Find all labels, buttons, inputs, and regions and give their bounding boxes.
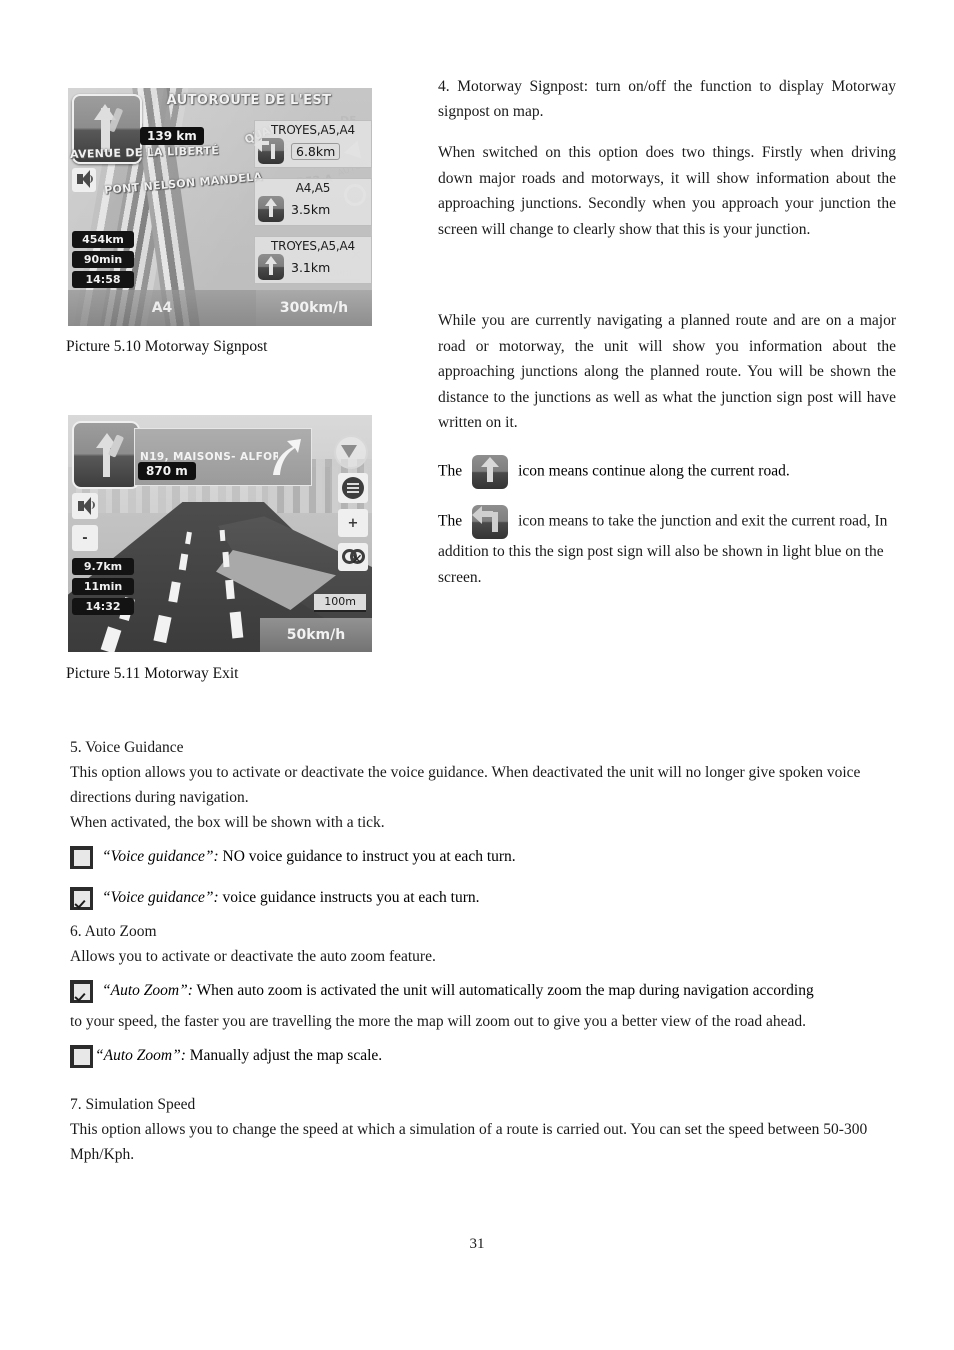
auto-zoom-on-text: “Auto Zoom”: When auto zoom is activated… (102, 978, 814, 1003)
auto-zoom-on-desc: When auto zoom is activated the unit wil… (192, 982, 814, 999)
junction-distance: 6.8km (291, 142, 341, 160)
trip-remaining-distance: 454km (72, 231, 134, 248)
auto-zoom-off-text: “Auto Zoom”: Manually adjust the map sca… (95, 1043, 382, 1068)
icon-line-1-suffix: icon means continue along the current ro… (518, 462, 790, 480)
paragraph-voice-guidance-b: When activated, the box will be shown wi… (70, 814, 385, 831)
icon-line-2-prefix: The (438, 512, 463, 530)
compass-icon[interactable] (334, 435, 368, 469)
page-number: 31 (469, 1236, 485, 1252)
body-text-column: 5. Voice Guidance This option allows you… (70, 735, 896, 1167)
paragraph-switched-on: When switched on this option does two th… (438, 144, 896, 238)
paragraph-auto-zoom-continued: to your speed, the faster you are travel… (70, 1013, 807, 1030)
next-maneuver-distance: 870 m (138, 462, 196, 480)
status-bar: A4 300km/h (68, 290, 372, 326)
motorway-exit-screenshot: N19, MAISONS- ALFORT 870 m - + ✕ 9.7km 1… (68, 415, 372, 652)
checkbox-unchecked-icon[interactable] (70, 1045, 93, 1068)
auto-zoom-off-row: “Auto Zoom”: Manually adjust the map sca… (70, 1043, 896, 1068)
trip-eta: 14:32 (72, 598, 134, 615)
trip-eta: 14:58 (72, 271, 134, 288)
junction-card-2[interactable]: A4,A5 3.5km (254, 178, 372, 226)
paragraph-voice-guidance-a: This option allows you to activate or de… (70, 764, 861, 806)
zoom-out-button[interactable]: - (72, 525, 98, 551)
paragraph-simulation-speed: This option allows you to change the spe… (70, 1121, 868, 1163)
straight-arrow-icon (472, 455, 509, 489)
junction-card-1[interactable]: TROYES,A5,A4 6.8km (254, 120, 372, 168)
junction-distance: 3.1km (291, 259, 331, 275)
straight-arrow-icon (258, 196, 284, 222)
junction-destination: A4,A5 (295, 181, 331, 195)
auto-zoom-off-desc: Manually adjust the map scale. (185, 1047, 383, 1064)
checkbox-checked-icon[interactable] (70, 980, 93, 1003)
motorway-signpost-screenshot: AUTOROUTE DE L'EST 139 km AVENUE DE LA L… (68, 88, 372, 326)
heading-auto-zoom: 6. Auto Zoom (70, 923, 157, 940)
junction-card-3[interactable]: TROYES,A5,A4 3.1km (254, 236, 372, 284)
voice-guidance-off-quoted: “Voice guidance”: (102, 848, 219, 865)
speed-readout: 300km/h (256, 290, 372, 326)
maneuver-ghost-arrow-icon (107, 107, 124, 133)
maneuver-exit-arrow-icon (72, 421, 140, 489)
icon-line-1-prefix: The (438, 462, 463, 480)
voice-guidance-on-row: “Voice guidance”: voice guidance instruc… (70, 885, 896, 910)
lane-dash (219, 529, 226, 542)
lane-dash (222, 551, 230, 568)
icon-explanation-line-2: The icon means to take the junction and e… (438, 505, 902, 590)
figure-caption-2: Picture 5.11 Motorway Exit (66, 665, 239, 682)
current-road-badge: A4 (68, 290, 256, 326)
speaker-icon[interactable] (72, 168, 96, 192)
junction-destination: TROYES,A5,A4 (271, 123, 355, 137)
straight-arrow-icon (258, 254, 284, 280)
route-cancel-icon[interactable]: ✕ (338, 543, 368, 571)
trip-remaining-time: 11min (72, 578, 134, 595)
voice-guidance-off-text: “Voice guidance”: NO voice guidance to i… (102, 844, 516, 869)
trip-info-panel: 454km 90min 14:58 (72, 231, 134, 291)
heading-voice-guidance: 5. Voice Guidance (70, 739, 184, 756)
junction-distance: 3.5km (291, 201, 331, 217)
voice-guidance-on-text: “Voice guidance”: voice guidance instruc… (102, 885, 480, 910)
voice-guidance-off-desc: NO voice guidance to instruct you at eac… (218, 848, 516, 865)
lane-dash (225, 579, 235, 600)
auto-zoom-off-quoted: “Auto Zoom”: (95, 1047, 186, 1064)
right-text-column: 4. Motorway Signpost: turn on/off the fu… (438, 58, 896, 242)
menu-button[interactable] (338, 473, 368, 503)
document-page: AUTOROUTE DE L'EST 139 km AVENUE DE LA L… (0, 0, 954, 1350)
checkbox-unchecked-icon[interactable] (70, 846, 93, 869)
paragraph-auto-zoom: Allows you to activate or deactivate the… (70, 948, 436, 965)
current-road-title: AUTOROUTE DE L'EST (166, 93, 332, 108)
voice-guidance-on-quoted: “Voice guidance”: (102, 889, 219, 906)
auto-zoom-on-quoted: “Auto Zoom”: (102, 982, 193, 999)
next-maneuver-distance: 139 km (140, 127, 204, 145)
voice-guidance-off-row: “Voice guidance”: NO voice guidance to i… (70, 844, 896, 869)
exit-left-arrow-icon (472, 505, 509, 539)
map-scale-bar: 100m (314, 594, 366, 612)
trip-remaining-distance: 9.7km (72, 558, 134, 575)
auto-zoom-on-row: “Auto Zoom”: When auto zoom is activated… (70, 978, 896, 1003)
zoom-in-button[interactable]: + (338, 509, 368, 537)
paragraph-navigating-route: While you are currently navigating a pla… (438, 312, 896, 431)
paragraph-navigating-route-wrap: While you are currently navigating a pla… (432, 308, 896, 436)
paragraph-motorway-signpost-intro: 4. Motorway Signpost: turn on/off the fu… (438, 77, 896, 121)
exit-left-arrow-icon (254, 137, 284, 164)
trip-info-panel: 9.7km 11min 14:32 (72, 558, 134, 618)
speed-readout: 50km/h (260, 618, 372, 652)
exit-right-arrow-icon (273, 439, 301, 475)
speaker-icon[interactable] (72, 493, 98, 519)
trip-remaining-time: 90min (72, 251, 134, 268)
voice-guidance-on-desc: voice guidance instructs you at each tur… (218, 889, 480, 906)
icon-explanation-line-1: The icon means continue along the current… (438, 455, 902, 489)
checkbox-checked-icon[interactable] (70, 887, 93, 910)
junction-destination: TROYES,A5,A4 (271, 239, 355, 253)
heading-simulation-speed: 7. Simulation Speed (70, 1096, 196, 1113)
figure-caption-1: Picture 5.10 Motorway Signpost (66, 338, 268, 355)
